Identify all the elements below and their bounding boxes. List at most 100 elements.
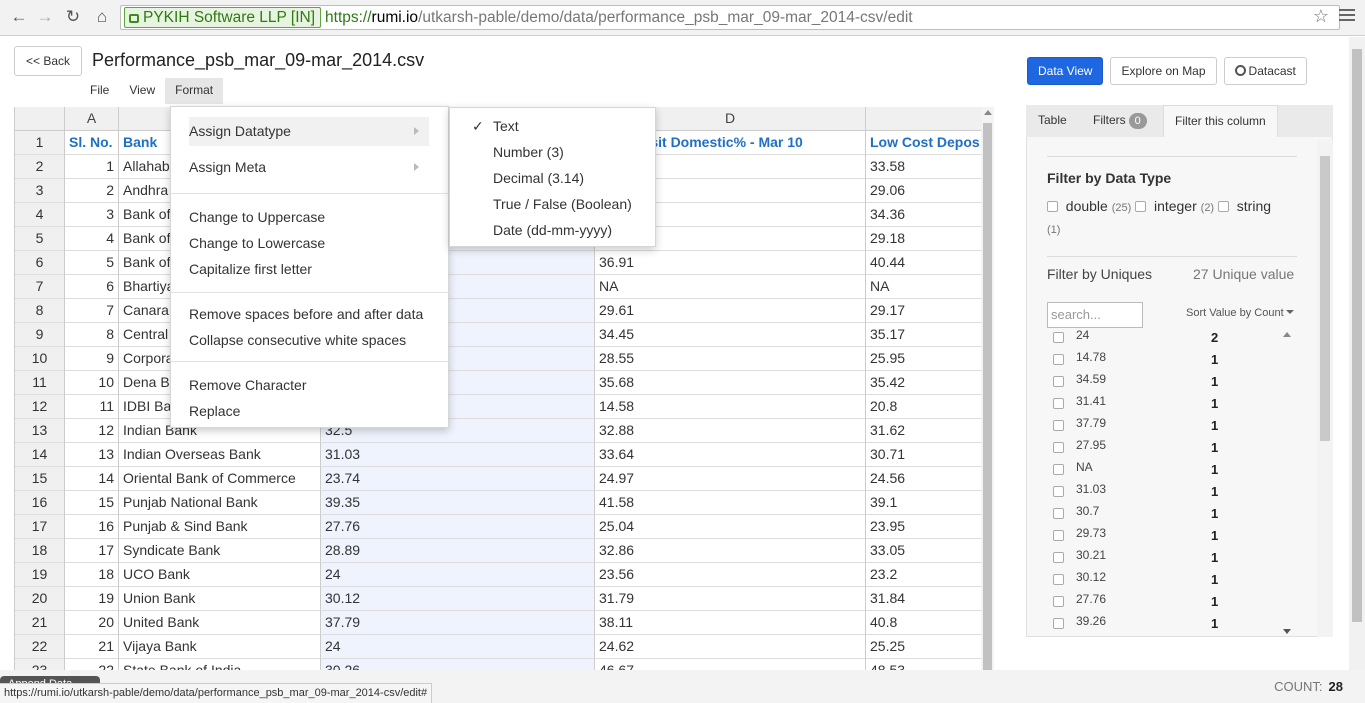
cell-low-cost[interactable]: 24.56	[866, 467, 981, 491]
row-number[interactable]: 8	[15, 299, 65, 323]
cell-low-cost[interactable]: 33.05	[866, 539, 981, 563]
cell-low-cost[interactable]: NA	[866, 275, 981, 299]
cell-sl-no[interactable]: 5	[65, 251, 119, 275]
grid-scrollbar[interactable]	[981, 107, 994, 671]
cell-low-cost[interactable]: 40.8	[866, 611, 981, 635]
unique-checkbox[interactable]	[1053, 442, 1064, 453]
cell-selected-column[interactable]: 30.26	[321, 659, 595, 670]
back-button[interactable]: << Back	[14, 46, 82, 76]
remove-character-item[interactable]: Remove Character	[189, 372, 307, 398]
cell-low-cost[interactable]: 25.95	[866, 347, 981, 371]
cell-selected-column[interactable]: 31.03	[321, 443, 595, 467]
row-number[interactable]: 4	[15, 203, 65, 227]
column-letter[interactable]: A	[65, 107, 119, 131]
lowercase-item[interactable]: Change to Lowercase	[189, 230, 325, 256]
row-number[interactable]: 18	[15, 539, 65, 563]
row-number[interactable]: 10	[15, 347, 65, 371]
cell-selected-column[interactable]: 27.76	[321, 515, 595, 539]
cell-deposit[interactable]: 36.91	[595, 251, 866, 275]
cell-low-cost[interactable]: 30.71	[866, 443, 981, 467]
row-number[interactable]: 21	[15, 611, 65, 635]
cell-sl-no[interactable]: 1	[65, 155, 119, 179]
datatype-boolean-item[interactable]: True / False (Boolean)	[493, 191, 632, 217]
unique-checkbox[interactable]	[1053, 332, 1064, 343]
cell-deposit[interactable]: 41.58	[595, 491, 866, 515]
cell-low-cost[interactable]: 23.2	[866, 563, 981, 587]
cell-deposit[interactable]: 31.79	[595, 587, 866, 611]
unique-checkbox[interactable]	[1053, 530, 1064, 541]
cell-sl-no[interactable]: 6	[65, 275, 119, 299]
tab-filters[interactable]: Filters 0	[1093, 105, 1147, 137]
cell-deposit[interactable]: NA	[595, 275, 866, 299]
cell-low-cost[interactable]: 25.25	[866, 635, 981, 659]
cell-deposit[interactable]: 25.04	[595, 515, 866, 539]
unique-checkbox[interactable]	[1053, 574, 1064, 585]
row-number[interactable]: 2	[15, 155, 65, 179]
cell-selected-column[interactable]: 23.74	[321, 467, 595, 491]
cell-low-cost[interactable]: 29.17	[866, 299, 981, 323]
cell-bank[interactable]: Punjab & Sind Bank	[119, 515, 321, 539]
cell-deposit[interactable]: 29.61	[595, 299, 866, 323]
cell-sl-no[interactable]: 15	[65, 491, 119, 515]
unique-checkbox[interactable]	[1053, 376, 1064, 387]
datatype-date-item[interactable]: Date (dd-mm-yyyy)	[493, 217, 612, 243]
unique-value-row[interactable]: 34.59 1	[1053, 370, 1297, 392]
cell-selected-column[interactable]: 28.89	[321, 539, 595, 563]
forward-arrow-icon[interactable]: →	[34, 6, 56, 28]
unique-value-row[interactable]: 14.78 1	[1053, 348, 1297, 370]
tab-filter-column[interactable]: Filter this column	[1163, 105, 1278, 137]
capitalize-item[interactable]: Capitalize first letter	[189, 256, 312, 282]
cell-sl-no[interactable]: 18	[65, 563, 119, 587]
string-checkbox[interactable]	[1218, 201, 1229, 212]
cell-sl-no[interactable]: 11	[65, 395, 119, 419]
cell-bank[interactable]: Union Bank	[119, 587, 321, 611]
row-number[interactable]: 19	[15, 563, 65, 587]
cell-sl-no[interactable]: 2	[65, 179, 119, 203]
menu-file[interactable]: File	[80, 78, 119, 104]
cell-low-cost[interactable]: 31.84	[866, 587, 981, 611]
cell-low-cost[interactable]: 29.06	[866, 179, 981, 203]
unique-checkbox[interactable]	[1053, 618, 1064, 629]
unique-value-row[interactable]: 29.73 1	[1053, 524, 1297, 546]
cell-deposit[interactable]: 33.64	[595, 443, 866, 467]
row-number[interactable]: 5	[15, 227, 65, 251]
cell-sl-no[interactable]: 4	[65, 227, 119, 251]
cell-sl-no[interactable]: 3	[65, 203, 119, 227]
unique-checkbox[interactable]	[1053, 508, 1064, 519]
row-number[interactable]: 13	[15, 419, 65, 443]
row-number[interactable]: 6	[15, 251, 65, 275]
address-bar[interactable]: PYKIH Software LLP [IN] https://rumi.io/u…	[120, 5, 1340, 30]
datatype-decimal-item[interactable]: Decimal (3.14)	[493, 165, 584, 191]
row-number[interactable]: 17	[15, 515, 65, 539]
tab-table[interactable]: Table	[1038, 105, 1067, 137]
unique-value-row[interactable]: 37.79 1	[1053, 414, 1297, 436]
cell-selected-column[interactable]: 24	[321, 563, 595, 587]
row-number[interactable]: 11	[15, 371, 65, 395]
row-number[interactable]: 22	[15, 635, 65, 659]
cell-bank[interactable]: Syndicate Bank	[119, 539, 321, 563]
trim-spaces-item[interactable]: Remove spaces before and after data	[189, 301, 423, 327]
panel-scroll-thumb[interactable]	[1320, 156, 1330, 441]
row-number[interactable]: 14	[15, 443, 65, 467]
search-input[interactable]: search...	[1047, 302, 1143, 328]
cell-bank[interactable]: State Bank of India	[119, 659, 321, 670]
row-number[interactable]: 1	[15, 131, 65, 155]
corner-cell[interactable]	[15, 107, 65, 131]
cell-bank[interactable]: Indian Overseas Bank	[119, 443, 321, 467]
cell-low-cost[interactable]: 31.62	[866, 419, 981, 443]
unique-checkbox[interactable]	[1053, 486, 1064, 497]
back-arrow-icon[interactable]: ←	[8, 6, 30, 28]
row-number[interactable]: 16	[15, 491, 65, 515]
unique-value-row[interactable]: 27.95 1	[1053, 436, 1297, 458]
cell-deposit[interactable]: 46.67	[595, 659, 866, 670]
assign-datatype-item[interactable]: Assign Datatype	[189, 118, 291, 144]
cell-sl-no[interactable]: 12	[65, 419, 119, 443]
row-number[interactable]: 9	[15, 323, 65, 347]
cell-selected-column[interactable]: 30.12	[321, 587, 595, 611]
cell-bank[interactable]: Vijaya Bank	[119, 635, 321, 659]
cell-sl-no[interactable]: 17	[65, 539, 119, 563]
datatype-number-item[interactable]: Number (3)	[493, 139, 564, 165]
cell-sl-no[interactable]: 20	[65, 611, 119, 635]
cell-sl-no[interactable]: 9	[65, 347, 119, 371]
cell-sl-no[interactable]: 16	[65, 515, 119, 539]
